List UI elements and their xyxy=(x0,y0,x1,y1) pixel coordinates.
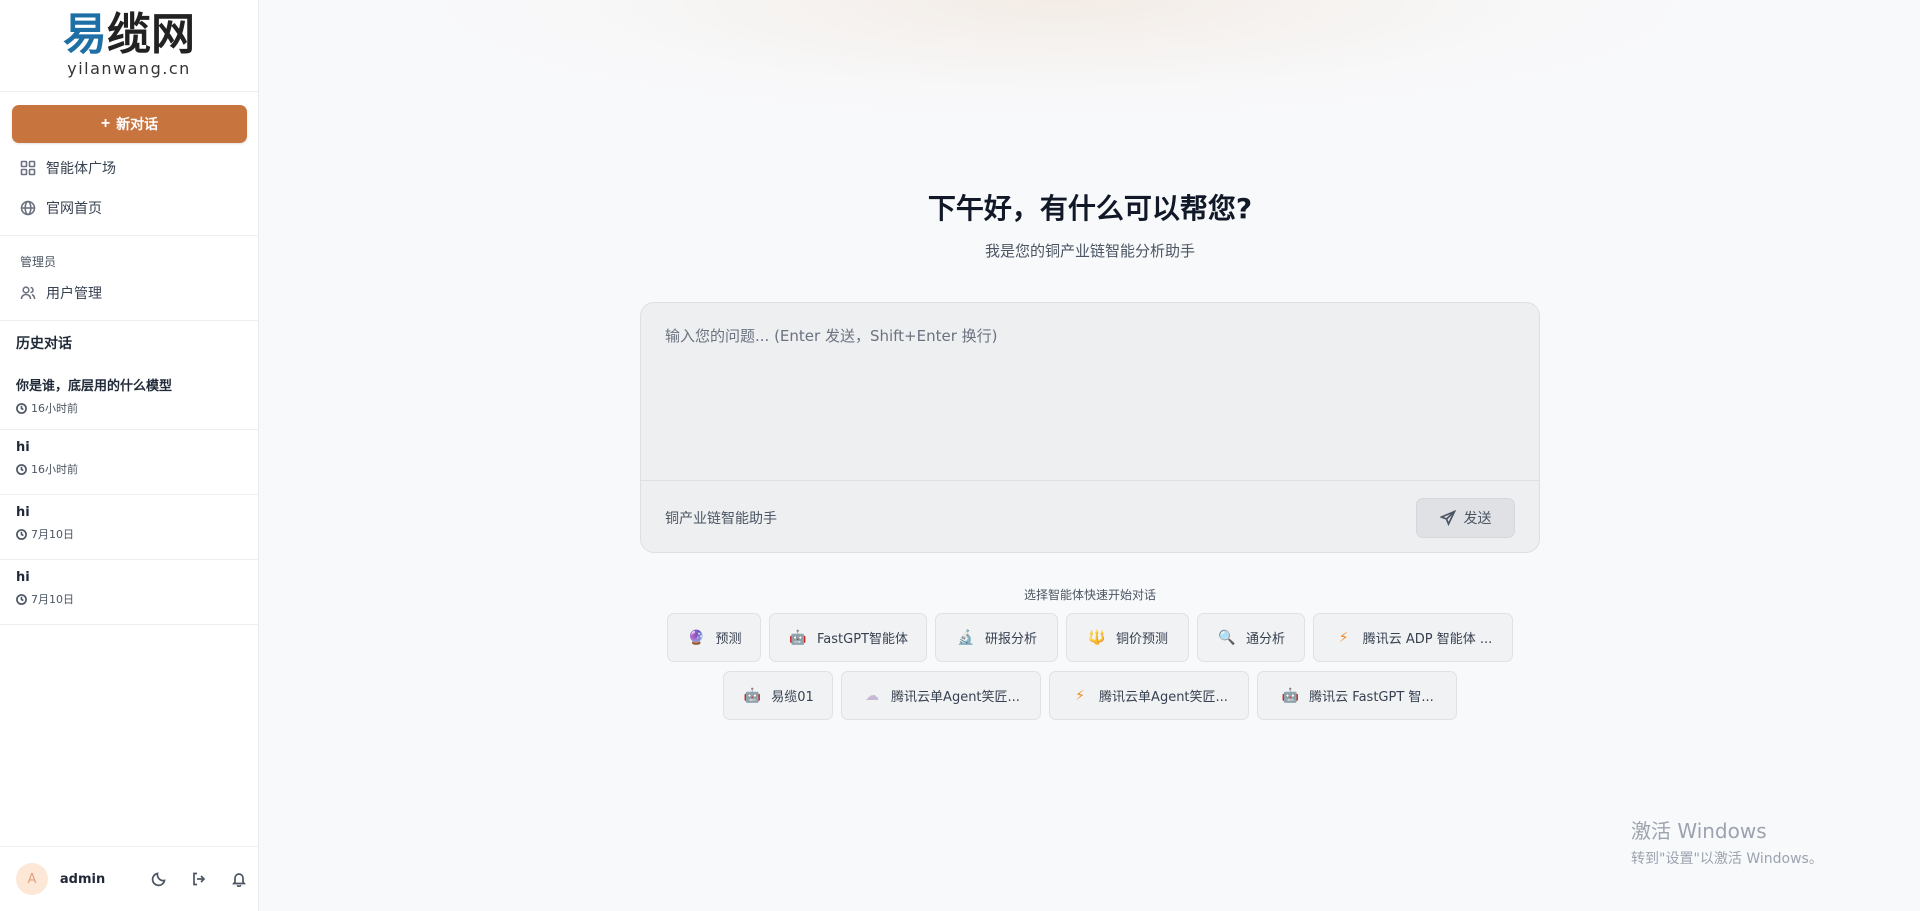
logout-button[interactable] xyxy=(179,863,219,895)
new-chat-button[interactable]: + 新对话 xyxy=(12,105,247,143)
history-item[interactable]: 你是谁，底层用的什么模型 16小时前 xyxy=(0,365,259,430)
clock-icon xyxy=(16,463,27,475)
agent-chip-copper-price[interactable]: 🔱 铜价预测 xyxy=(1066,613,1189,662)
agent-chip-tencent-adp[interactable]: ⚡ 腾讯云 ADP 智能体 ... xyxy=(1313,613,1513,662)
lightning-icon: ⚡ xyxy=(1075,687,1085,704)
agent-chip-tencent-fastgpt[interactable]: 🤖 腾讯云 FastGPT 智... xyxy=(1257,671,1457,720)
microscope-icon: 🔬 xyxy=(957,629,975,646)
nav-agent-square-label: 智能体广场 xyxy=(46,161,116,177)
lightning-icon: ⚡ xyxy=(1338,629,1349,646)
agent-chip-label: 铜价预测 xyxy=(1115,632,1168,647)
agent-chip-tencent-single-agent-2[interactable]: ⚡ 腾讯云单Agent笑匠... xyxy=(1049,671,1249,720)
agent-chip-label: 腾讯云单Agent笑匠... xyxy=(891,690,1020,705)
history-item-time: 16小时前 xyxy=(31,402,78,415)
agent-chip-fastgpt[interactable]: 🤖 FastGPT智能体 xyxy=(769,613,927,662)
greeting-title: 下午好，有什么可以帮您? xyxy=(927,192,1253,225)
nav-user-management[interactable]: 用户管理 xyxy=(20,282,102,304)
history-item[interactable]: hi 7月10日 xyxy=(0,560,259,625)
agent-chip-label: FastGPT智能体 xyxy=(817,632,908,647)
grid-icon xyxy=(20,160,36,176)
history-item-time: 7月10日 xyxy=(31,528,74,541)
agent-chip-label: 腾讯云 ADP 智能体 ... xyxy=(1362,632,1493,647)
avatar[interactable]: A xyxy=(16,863,48,895)
moon-icon xyxy=(152,872,166,887)
windows-activation-watermark: 激活 Windows 转到"设置"以激活 Windows。 xyxy=(1631,815,1823,868)
robot-icon: 🤖 xyxy=(1281,687,1299,704)
trident-icon: 🔱 xyxy=(1088,629,1106,646)
main-panel: 下午好，有什么可以帮您? 我是您的铜产业链智能分析助手 铜产业链智能助手 发送 … xyxy=(260,0,1920,911)
notifications-button[interactable] xyxy=(219,863,259,895)
current-agent-label: 铜产业链智能助手 xyxy=(665,511,777,527)
send-label: 发送 xyxy=(1463,510,1492,526)
agent-chip-tencent-single-agent[interactable]: ☁ 腾讯云单Agent笑匠... xyxy=(841,671,1041,720)
nav-official-home[interactable]: 官网首页 xyxy=(20,197,102,219)
agent-chip-research-report[interactable]: 🔬 研报分析 xyxy=(935,613,1058,662)
magnifier-icon: 🔍 xyxy=(1218,629,1236,646)
greeting-subtitle: 我是您的铜产业链智能分析助手 xyxy=(984,242,1195,260)
message-input[interactable] xyxy=(641,303,1539,479)
brand-logo[interactable]: 易缆网 yilanwang.cn xyxy=(0,0,258,92)
history-item-time: 7月10日 xyxy=(31,593,74,606)
send-button[interactable]: 发送 xyxy=(1416,498,1515,538)
logout-icon xyxy=(193,872,206,886)
logo-mark: 易缆网 xyxy=(63,9,195,60)
clock-icon xyxy=(16,593,27,605)
history-item[interactable]: hi 16小时前 xyxy=(0,430,259,495)
theme-toggle-button[interactable] xyxy=(140,863,180,895)
sidebar-divider xyxy=(0,320,259,321)
clock-icon xyxy=(16,402,27,414)
agent-chip-label: 腾讯云 FastGPT 智... xyxy=(1309,690,1434,705)
history-title: 历史对话 xyxy=(16,336,72,352)
globe-icon xyxy=(20,200,36,216)
quick-start-label: 选择智能体快速开始对话 xyxy=(1023,588,1156,602)
history-item-title: hi xyxy=(16,570,30,585)
history-item-title: hi xyxy=(16,440,30,455)
agent-chip-general-analysis[interactable]: 🔍 通分析 xyxy=(1197,613,1305,662)
history-item[interactable]: hi 7月10日 xyxy=(0,495,259,560)
agent-chip-forecast[interactable]: 🔮 预测 xyxy=(667,613,761,662)
clock-icon xyxy=(16,528,27,540)
agent-chip-label: 研报分析 xyxy=(984,632,1037,647)
history-item-title: 你是谁，底层用的什么模型 xyxy=(16,379,173,394)
nav-agent-square[interactable]: 智能体广场 xyxy=(20,157,116,179)
agent-chip-label: 通分析 xyxy=(1245,632,1285,647)
agent-chip-label: 预测 xyxy=(715,632,742,647)
admin-section-label: 管理员 xyxy=(20,255,57,269)
sidebar: 易缆网 yilanwang.cn + 新对话 智能体广场 官网首页 管理员 用户… xyxy=(0,0,259,911)
robot-icon: 🤖 xyxy=(743,687,761,704)
crystal-ball-icon: 🔮 xyxy=(687,629,706,646)
robot-icon: 🤖 xyxy=(789,629,807,646)
history-item-title: hi xyxy=(16,505,30,520)
agent-chip-yilan01[interactable]: 🤖 易缆01 xyxy=(723,671,833,720)
watermark-line2: 转到"设置"以激活 Windows。 xyxy=(1631,851,1823,867)
sidebar-divider xyxy=(0,235,259,236)
send-icon xyxy=(1439,510,1456,526)
new-chat-label: 新对话 xyxy=(116,116,159,132)
users-icon xyxy=(20,286,36,300)
logo-domain: yilanwang.cn xyxy=(67,59,191,78)
history-item-time: 16小时前 xyxy=(31,463,78,476)
message-composer: 铜产业链智能助手 发送 xyxy=(640,302,1540,553)
nav-user-management-label: 用户管理 xyxy=(46,286,102,302)
plus-icon: + xyxy=(100,115,111,132)
cloud-icon: ☁ xyxy=(865,687,880,704)
agent-chip-label: 易缆01 xyxy=(771,690,814,705)
sidebar-footer: A admin xyxy=(0,846,259,911)
nav-official-home-label: 官网首页 xyxy=(46,201,102,217)
bell-icon xyxy=(232,873,247,887)
composer-toolbar: 铜产业链智能助手 发送 xyxy=(641,480,1539,552)
agent-chip-label: 腾讯云单Agent笑匠... xyxy=(1099,690,1228,705)
watermark-line1: 激活 Windows xyxy=(1631,819,1767,843)
username: admin xyxy=(59,871,106,887)
